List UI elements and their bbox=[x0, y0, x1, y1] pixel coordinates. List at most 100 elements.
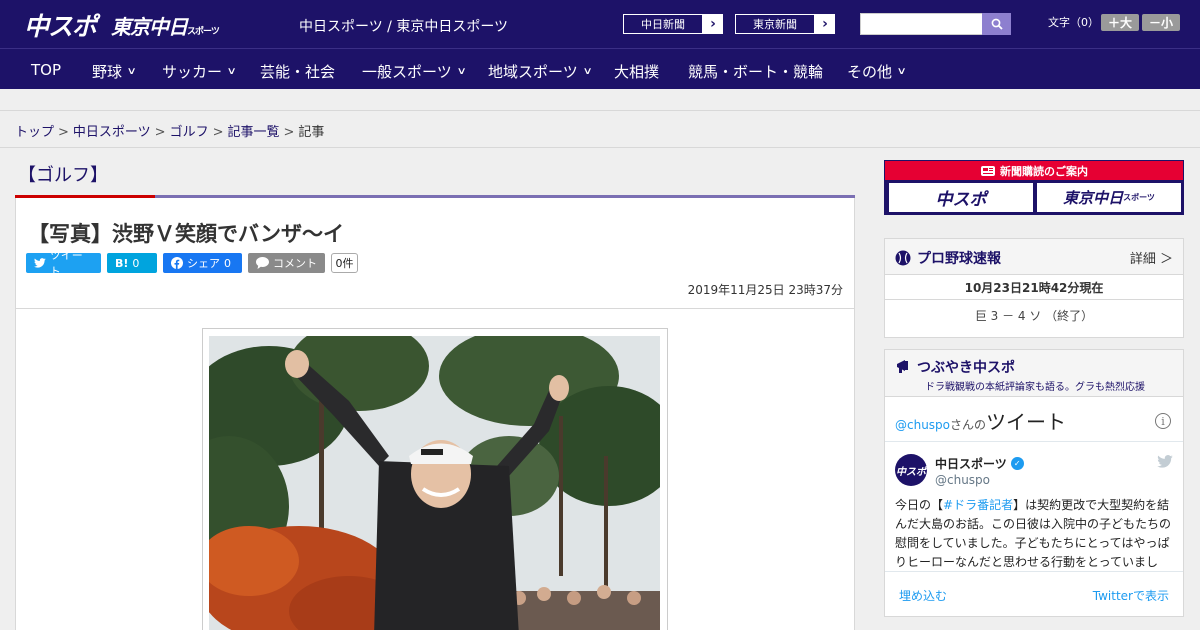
breadcrumb-separator: > bbox=[58, 125, 69, 140]
hatena-bookmark-button[interactable]: B! 0 bbox=[107, 253, 157, 273]
facebook-icon bbox=[171, 257, 183, 269]
chevron-down-icon: ∨ bbox=[896, 66, 907, 77]
tweets-panel-subtitle[interactable]: ドラ戦観戦の本紙評論家も語る。グラも熱烈応援 bbox=[925, 378, 1145, 393]
hatena-count: 0 bbox=[132, 256, 140, 270]
golfer-celebrating-image bbox=[209, 336, 660, 630]
view-on-twitter-link[interactable]: Twitterで表示 bbox=[1093, 587, 1169, 604]
breadcrumb-separator: > bbox=[212, 125, 224, 140]
search-icon bbox=[991, 18, 1003, 30]
comment-label: コメント bbox=[273, 257, 317, 270]
comment-button[interactable]: コメント bbox=[248, 253, 325, 273]
info-icon[interactable]: i bbox=[1155, 413, 1171, 429]
verified-badge-icon: ✓ bbox=[1010, 457, 1024, 470]
nav-item-racing[interactable]: 競馬・ボート・競輪 bbox=[688, 61, 823, 82]
breadcrumb-golf[interactable]: ゴルフ bbox=[170, 125, 209, 140]
twitter-bird-icon[interactable] bbox=[1157, 455, 1173, 468]
tweet-label: ツイート bbox=[49, 249, 83, 278]
nav-label: 大相撲 bbox=[614, 63, 660, 81]
search-button[interactable] bbox=[982, 13, 1011, 35]
article-date: 2019年11月25日 23時37分 bbox=[687, 283, 843, 297]
tweets-panel: つぶやき中スポ ドラ戦観戦の本紙評論家も語る。グラも熱烈応援 @chuspoさん… bbox=[884, 349, 1184, 617]
nav-label: 野球 bbox=[92, 63, 123, 81]
baseball-scores-panel: プロ野球速報 詳細 ＞ 10月23日21時42分現在 巨 3 － 4 ソ （終了… bbox=[884, 238, 1184, 338]
chevron-down-icon: ∨ bbox=[456, 66, 467, 77]
tokyo-shimbun-link[interactable]: 東京新聞 › bbox=[734, 13, 836, 35]
subscription-label: 新聞購読のご案内 bbox=[1000, 164, 1088, 178]
facebook-share-button[interactable]: シェア 0 bbox=[163, 253, 242, 273]
baseball-panel-title: プロ野球速報 bbox=[917, 251, 1001, 267]
hatena-label: B! bbox=[115, 256, 129, 270]
font-size-up-button[interactable]: ＋大 bbox=[1101, 14, 1139, 31]
baseball-panel-header: プロ野球速報 詳細 ＞ bbox=[885, 239, 1183, 275]
nav-item-general-sports[interactable]: 一般スポーツ ∨ bbox=[362, 61, 467, 82]
timeline-header: @chuspoさんのツイート bbox=[895, 406, 1066, 435]
chevron-down-icon: ∨ bbox=[582, 66, 593, 77]
baseball-icon bbox=[895, 250, 911, 266]
timeline-label: ツイート bbox=[986, 410, 1067, 434]
tweet-account-name[interactable]: 中日スポーツ ✓ bbox=[935, 455, 1024, 472]
facebook-share-label: シェア bbox=[187, 257, 220, 270]
subscription-banner[interactable]: 新聞購読のご案内 中スポ 東京中日 スポーツ bbox=[884, 160, 1184, 215]
timeline-user-link[interactable]: @chuspo bbox=[895, 418, 950, 432]
tweets-panel-header: つぶやき中スポ ドラ戦観戦の本紙評論家も語る。グラも熱烈応援 bbox=[885, 350, 1183, 397]
breadcrumb-top[interactable]: トップ bbox=[15, 125, 54, 140]
font-size-label: 文字（0） bbox=[1048, 16, 1099, 29]
search-input[interactable] bbox=[860, 13, 983, 35]
chuspo-subscribe-button[interactable]: 中スポ bbox=[889, 183, 1033, 212]
nav-item-soccer[interactable]: サッカー ∨ bbox=[162, 61, 237, 82]
breadcrumb-current: 記事 bbox=[298, 125, 325, 140]
megaphone-icon bbox=[897, 360, 908, 373]
tokyo-logo-small: スポーツ bbox=[187, 27, 220, 37]
tweet-button[interactable]: ツイート bbox=[26, 249, 101, 278]
main-nav: TOP 野球 ∨ サッカー ∨ 芸能・社会 一般スポーツ ∨ 地域スポーツ ∨ 大相撲 … bbox=[0, 48, 1200, 89]
timeline-footer: 埋め込む Twitterで表示 bbox=[885, 571, 1183, 617]
comment-count-badge: 0件 bbox=[331, 253, 358, 273]
tokyo-shimbun-label: 東京新聞 bbox=[735, 14, 815, 34]
hashtag-link[interactable]: #ドラ番記者 bbox=[943, 498, 1013, 512]
newspaper-icon bbox=[981, 165, 995, 176]
subscription-title: 新聞購読のご案内 bbox=[885, 161, 1183, 180]
section-title: 【ゴルフ】 bbox=[18, 165, 108, 186]
nav-item-sumo[interactable]: 大相撲 bbox=[614, 61, 659, 82]
chunichi-shimbun-link[interactable]: 中日新聞 › bbox=[622, 13, 724, 35]
breadcrumb-article-list[interactable]: 記事一覧 bbox=[228, 125, 280, 140]
chevron-right-icon: › bbox=[710, 16, 716, 32]
breadcrumb-separator: > bbox=[283, 125, 295, 140]
facebook-share-count: 0 bbox=[224, 256, 231, 270]
speech-bubble-icon bbox=[256, 257, 269, 269]
breadcrumb-separator: > bbox=[154, 125, 166, 140]
tokyo-chunichi-subscribe-button[interactable]: 東京中日 スポーツ bbox=[1037, 183, 1181, 212]
chunichi-shimbun-label: 中日新聞 bbox=[623, 14, 703, 34]
tweet-account-handle[interactable]: @chuspo bbox=[935, 473, 990, 487]
tokyo-chunichi-logo[interactable]: 東京中日スポーツ bbox=[111, 11, 220, 40]
article-title: 【写真】渋野Ｖ笑顔でバンザ～イ bbox=[28, 222, 345, 246]
tokyo-chunichi-small: スポーツ bbox=[1123, 193, 1155, 202]
baseball-score[interactable]: 巨 3 － 4 ソ （終了） bbox=[885, 307, 1183, 324]
site-title[interactable]: 中日スポーツ / 東京中日スポーツ bbox=[299, 16, 508, 36]
nav-label: 一般スポーツ bbox=[362, 63, 452, 81]
baseball-update-time: 10月23日21時42分現在 bbox=[885, 276, 1183, 300]
embed-link[interactable]: 埋め込む bbox=[899, 587, 947, 604]
nav-item-entertainment[interactable]: 芸能・社会 bbox=[260, 61, 335, 82]
article-photo[interactable] bbox=[209, 336, 660, 630]
nav-item-top[interactable]: TOP bbox=[31, 61, 61, 79]
tweet-text-pre: 今日の【 bbox=[895, 498, 944, 512]
nav-label: その他 bbox=[847, 63, 893, 81]
nav-label: 芸能・社会 bbox=[260, 63, 336, 81]
nav-label: 地域スポーツ bbox=[488, 63, 578, 81]
font-size-down-button[interactable]: －小 bbox=[1142, 14, 1180, 31]
avatar[interactable]: 中スポ bbox=[895, 454, 927, 486]
breadcrumb-chunichi-sports[interactable]: 中日スポーツ bbox=[73, 125, 151, 140]
nav-item-baseball[interactable]: 野球 ∨ bbox=[92, 61, 137, 82]
tokyo-logo-text: 東京中日 bbox=[111, 15, 188, 39]
nav-item-other[interactable]: その他 ∨ bbox=[847, 61, 907, 82]
account-name-text: 中日スポーツ bbox=[935, 457, 1007, 471]
breadcrumb: トップ > 中日スポーツ > ゴルフ > 記事一覧 > 記事 bbox=[15, 121, 324, 140]
chevron-down-icon: ∨ bbox=[226, 66, 237, 77]
baseball-detail-link[interactable]: 詳細 ＞ bbox=[1130, 248, 1173, 267]
twitter-bird-icon bbox=[34, 258, 46, 268]
tokyo-chunichi-label: 東京中日 bbox=[1063, 189, 1124, 207]
nav-item-local-sports[interactable]: 地域スポーツ ∨ bbox=[488, 61, 593, 82]
chuspo-logo[interactable]: 中スポ bbox=[24, 7, 97, 43]
tweets-panel-title: つぶやき中スポ bbox=[917, 360, 1015, 376]
